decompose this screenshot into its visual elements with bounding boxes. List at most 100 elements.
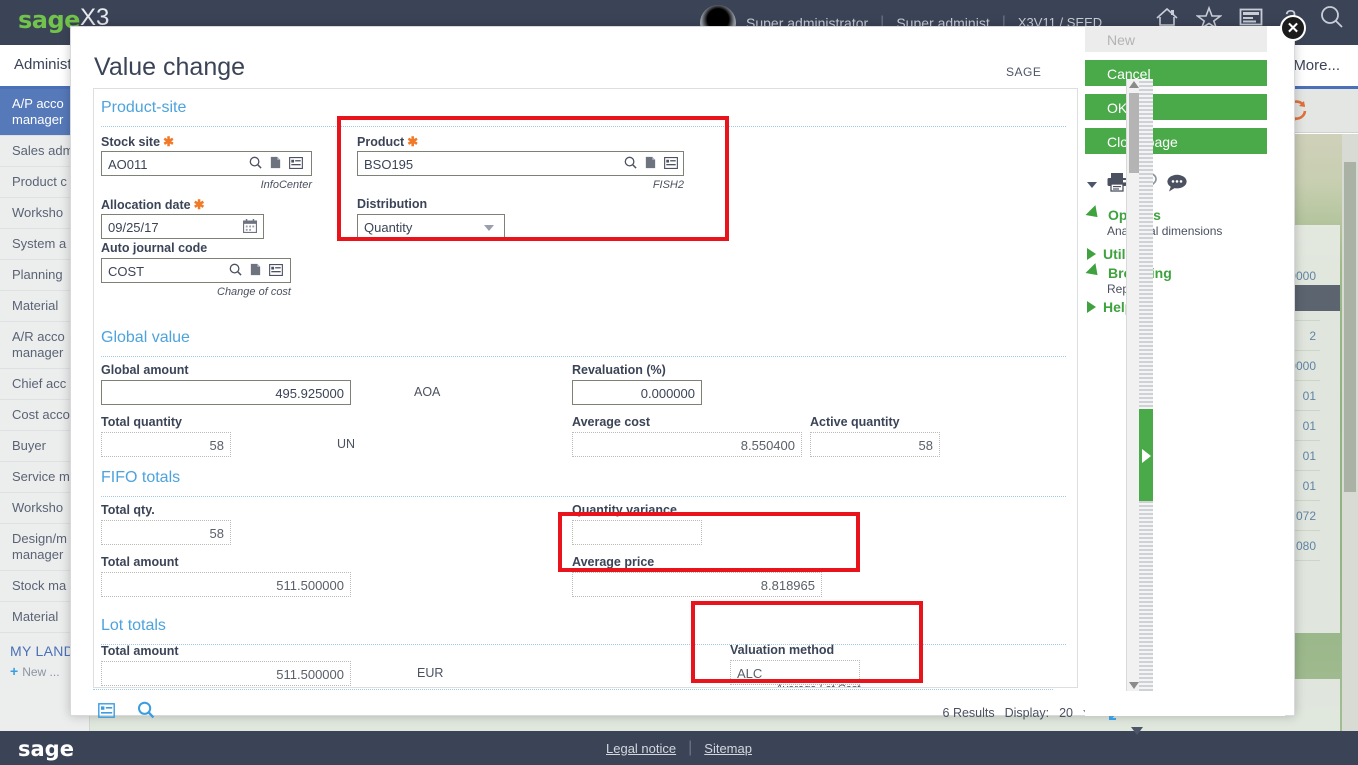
scroll-down-icon[interactable] xyxy=(1129,682,1139,689)
search-icon[interactable] xyxy=(137,701,155,724)
section-rule xyxy=(101,496,1066,497)
selection-icon[interactable] xyxy=(98,702,115,723)
lot-total-amount-label: Total amount xyxy=(101,644,179,658)
average-cost-label: Average cost xyxy=(572,415,651,429)
list-icon[interactable] xyxy=(1238,6,1264,28)
footer-sage-logo: sage xyxy=(18,737,74,761)
print-icon[interactable] xyxy=(1106,172,1128,197)
section-rule xyxy=(101,644,1066,645)
menu-item-analytical-dimensions[interactable]: Analytical dimensions xyxy=(1087,224,1285,238)
comment-icon[interactable] xyxy=(1166,173,1188,197)
calendar-icon[interactable] xyxy=(243,219,257,233)
sidebar-new-label: New ... xyxy=(22,665,60,679)
action-group-browsing: Browsing Reports xyxy=(1085,263,1285,296)
stock-site-hint: InfoCenter xyxy=(260,179,312,191)
group-header-browsing[interactable]: Browsing xyxy=(1085,263,1285,281)
section-title-lot-totals: Lot totals xyxy=(101,617,166,634)
quantity-variance-input xyxy=(572,520,702,545)
dialog-collapse-icon[interactable] xyxy=(1131,727,1143,735)
home-icon[interactable] xyxy=(1154,6,1180,28)
total-quantity-label: Total quantity xyxy=(101,415,183,429)
stock-site-icon-group xyxy=(249,156,303,169)
lot-total-amount-input: 511.500000 xyxy=(101,661,351,686)
allocation-date-icon-group xyxy=(243,219,257,233)
background-scrollbar[interactable] xyxy=(1342,134,1358,731)
fifo-total-amount-label: Total amount xyxy=(101,555,179,569)
display-value[interactable]: 20 xyxy=(1059,706,1073,720)
chevron-down-icon[interactable] xyxy=(484,225,494,231)
dialog-drag-handle[interactable] xyxy=(1139,409,1153,501)
form-area: Product-site Stock site ✱ AO011 InfoCente… xyxy=(93,88,1078,688)
action-toolbar xyxy=(1085,162,1285,199)
global-amount-label: Global amount xyxy=(101,363,189,377)
dialog-resize-column[interactable] xyxy=(1139,79,1153,691)
background-scrollbar-thumb[interactable] xyxy=(1344,162,1356,492)
triangle-collapsed-icon xyxy=(1087,301,1096,313)
search-icon[interactable] xyxy=(1318,4,1346,30)
tunnel-icon[interactable] xyxy=(644,156,657,169)
selection-icon[interactable] xyxy=(289,156,303,169)
revaluation-input[interactable]: 0.000000 xyxy=(572,380,702,405)
ok-button[interactable]: OK xyxy=(1085,94,1267,120)
required-marker: ✱ xyxy=(193,197,205,212)
action-group-help: Help xyxy=(1085,299,1285,315)
display-label: Display: xyxy=(1004,706,1050,720)
section-title-product-site: Product-site xyxy=(101,99,187,116)
section-title-fifo-totals: FIFO totals xyxy=(101,469,181,486)
active-quantity-input: 58 xyxy=(810,432,940,457)
scroll-up-icon[interactable] xyxy=(1129,81,1139,88)
product-hint: FISH2 xyxy=(652,179,684,191)
required-marker: ✱ xyxy=(163,134,174,149)
nav-tab-administration[interactable]: Administ xyxy=(14,56,72,73)
active-quantity-label: Active quantity xyxy=(810,415,900,429)
section-title-global-value: Global value xyxy=(101,329,190,346)
triangle-collapsed-icon xyxy=(1087,248,1096,260)
distribution-select[interactable]: Quantity xyxy=(357,214,505,239)
legal-notice-link[interactable]: Legal notice xyxy=(606,741,676,756)
results-count: 6 Results xyxy=(942,706,995,720)
group-header-options[interactable]: Options xyxy=(1085,205,1285,223)
global-amount-input[interactable]: 495.925000 xyxy=(101,380,351,405)
triangle-expanded-icon xyxy=(1085,263,1103,281)
nav-more-button[interactable]: More... xyxy=(1293,57,1340,74)
close-icon[interactable]: ✕ xyxy=(1280,15,1306,41)
bottom-icon-group xyxy=(98,701,155,724)
distribution-label: Distribution xyxy=(357,197,428,211)
new-button[interactable]: New xyxy=(1085,26,1267,52)
close-page-button[interactable]: Close page xyxy=(1085,128,1267,154)
average-cost-input: 8.550400 xyxy=(572,432,802,457)
fifo-total-qty-input: 58 xyxy=(101,520,231,545)
total-quantity-unit: UN xyxy=(337,437,356,451)
tunnel-icon[interactable] xyxy=(269,156,282,169)
search-icon[interactable] xyxy=(229,263,242,276)
group-header-utilities[interactable]: Utilities xyxy=(1087,246,1285,262)
group-header-help[interactable]: Help xyxy=(1087,299,1285,315)
stock-site-label-text: Stock site xyxy=(101,135,161,149)
required-marker: ✱ xyxy=(407,134,419,149)
tunnel-icon[interactable] xyxy=(249,263,262,276)
caret-down-icon[interactable] xyxy=(1087,181,1097,188)
plus-icon: + xyxy=(10,663,19,679)
revaluation-label: Revaluation (%) xyxy=(572,363,666,377)
selection-icon[interactable] xyxy=(664,156,678,169)
section-rule xyxy=(101,126,1066,127)
allocation-date-input[interactable]: 09/25/17 xyxy=(101,214,264,239)
lot-total-amount-unit: EUR xyxy=(417,666,444,680)
total-quantity-input: 58 xyxy=(101,432,231,457)
auto-journal-code-label: Auto journal code xyxy=(101,241,208,255)
app-footer: sage Legal notice | Sitemap xyxy=(0,731,1358,765)
average-price-label: Average price xyxy=(572,555,655,569)
dialog-bottom-bar: 6 Results Display: 20 xyxy=(93,689,1126,734)
product-label: Product ✱ xyxy=(357,134,418,150)
cancel-button[interactable]: Cancel xyxy=(1085,60,1267,86)
action-panel: New Cancel OK Close page Options Analyti… xyxy=(1085,26,1285,716)
action-group-options: Options Analytical dimensions xyxy=(1085,205,1285,238)
allocation-date-label: Allocation date ✱ xyxy=(101,197,205,213)
menu-item-reports[interactable]: Reports xyxy=(1087,282,1285,296)
sitemap-link[interactable]: Sitemap xyxy=(704,741,752,756)
search-icon[interactable] xyxy=(249,156,262,169)
action-group-utilities: Utilities xyxy=(1085,246,1285,262)
quantity-variance-label: Quantity variance xyxy=(572,503,677,517)
selection-icon[interactable] xyxy=(269,263,283,276)
search-icon[interactable] xyxy=(624,156,637,169)
